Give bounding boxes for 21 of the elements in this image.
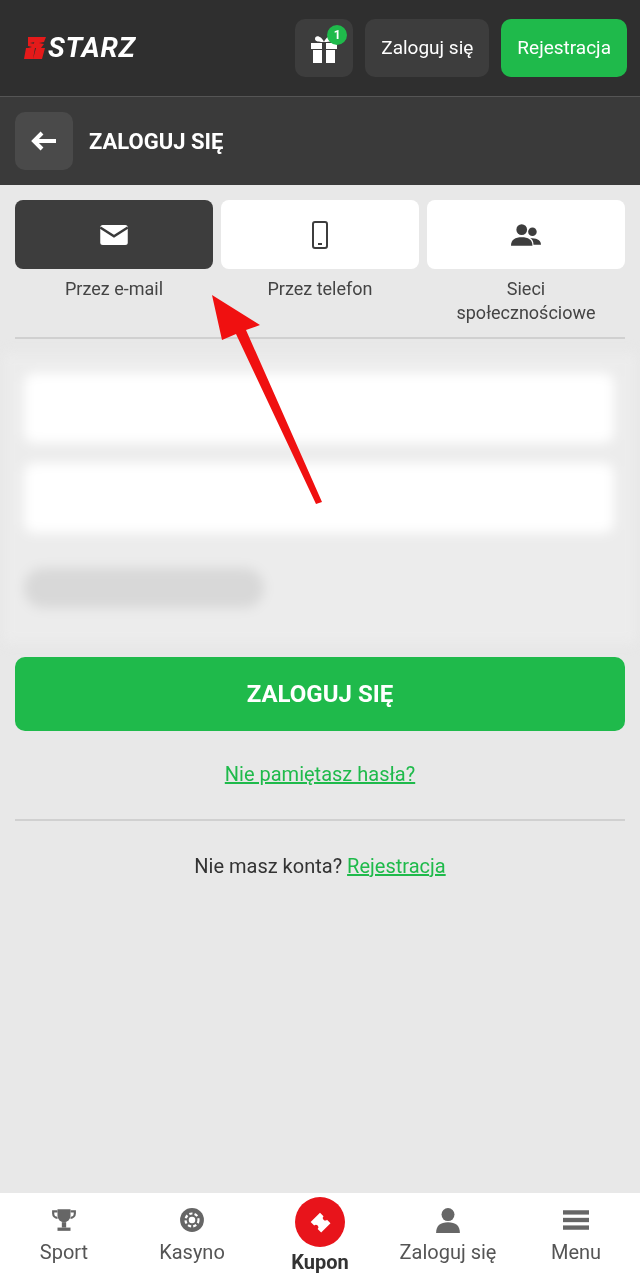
user-icon: [435, 1206, 461, 1233]
chip-icon: [179, 1206, 205, 1233]
signup-prompt: Nie masz konta?: [194, 853, 343, 880]
nav-item[interactable]: Kupon: [256, 1196, 384, 1277]
logo-mark-icon: [24, 37, 48, 59]
tab-label: Przez e-mail: [63, 277, 164, 301]
nav-item[interactable]: Kasyno: [128, 1206, 256, 1267]
tab-label: Przez telefon: [266, 277, 374, 301]
notification-badge: 1: [327, 25, 348, 45]
page-title: ZALOGUJ SIĘ: [89, 127, 224, 156]
logo-text: STARZ: [48, 30, 136, 66]
login-button[interactable]: Zaloguj się: [365, 19, 490, 77]
nav-item[interactable]: Sport: [0, 1206, 128, 1267]
login-method-tab[interactable]: [15, 200, 213, 269]
nav-item[interactable]: Zaloguj się: [384, 1206, 512, 1267]
login-method-tab[interactable]: [427, 200, 625, 269]
tab-label: Sieci społecznościowe: [455, 277, 597, 325]
back-button[interactable]: [15, 112, 73, 170]
nav-item[interactable]: Menu: [512, 1206, 640, 1267]
back-arrow-icon: [31, 131, 57, 151]
trophy-icon: [51, 1206, 77, 1233]
